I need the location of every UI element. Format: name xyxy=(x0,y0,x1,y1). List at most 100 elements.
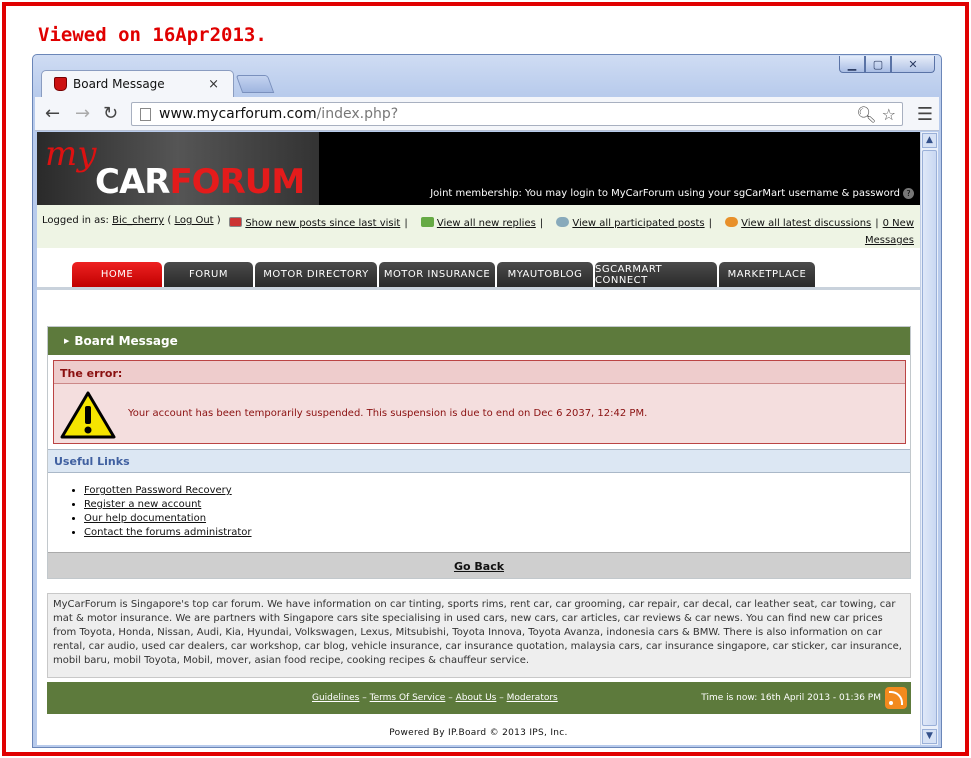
tab-forum[interactable]: FORUM xyxy=(164,262,253,287)
footer-links: Guidelines – Terms Of Service – About Us… xyxy=(312,693,558,703)
terms-link[interactable]: Terms Of Service xyxy=(370,693,446,703)
address-bar[interactable]: www.mycarforum.com/index.php? 🔍︎ ☆ xyxy=(131,102,903,126)
tab-close-icon[interactable]: × xyxy=(208,77,219,92)
current-time: Time is now: 16th April 2013 - 01:36 PM xyxy=(701,693,881,703)
reload-icon[interactable]: ↻ xyxy=(103,103,118,124)
new-messages-link-2[interactable]: Messages xyxy=(865,235,914,246)
tab-myautoblog[interactable]: MYAUTOBLOG xyxy=(497,262,593,287)
url-host: www.mycarforum.com xyxy=(159,106,317,122)
username-link[interactable]: Bic_cherry xyxy=(112,215,164,226)
logo-my-text: my xyxy=(45,134,97,174)
new-replies-icon xyxy=(420,217,434,227)
footer-sep: – xyxy=(359,693,370,703)
minimize-icon: ▁ xyxy=(847,57,857,71)
list-item: Our help documentation xyxy=(84,512,252,526)
logo-forum-text: FORUM xyxy=(169,162,305,202)
window-controls: ▁ ▢ ✕ xyxy=(839,56,935,73)
logout-link[interactable]: Log Out xyxy=(174,215,213,226)
help-docs-link[interactable]: Our help documentation xyxy=(84,513,206,524)
user-bar: Logged in as: Bic_cherry ( Log Out ) Sho… xyxy=(37,205,920,248)
go-back-link[interactable]: Go Back xyxy=(454,560,504,573)
logo-car-text: CAR xyxy=(95,162,170,202)
new-tab-button[interactable] xyxy=(235,75,275,93)
scroll-thumb[interactable] xyxy=(922,150,937,726)
browser-window: ▁ ▢ ✕ Board Message × ← → ↻ www.mycarfor… xyxy=(32,54,942,748)
discussions-icon xyxy=(725,217,739,227)
password-recovery-link[interactable]: Forgotten Password Recovery xyxy=(84,485,232,496)
contact-admin-link[interactable]: Contact the forums administrator xyxy=(84,527,252,538)
site-description: MyCarForum is Singapore's top car forum.… xyxy=(47,593,911,678)
logged-in-label: Logged in as: xyxy=(42,215,113,226)
scroll-down-icon[interactable]: ▼ xyxy=(922,729,937,744)
nav-divider xyxy=(37,287,920,290)
star-icon[interactable]: ☆ xyxy=(882,105,896,124)
error-box: The error: Your account has been tempora… xyxy=(53,360,906,444)
maximize-button[interactable]: ▢ xyxy=(865,56,891,73)
board-message-panel: ▶ Board Message The error: Your account h… xyxy=(47,326,911,579)
useful-links-header: Useful Links xyxy=(48,449,910,473)
url-path: /index.php? xyxy=(316,106,399,122)
window-close-button[interactable]: ✕ xyxy=(891,56,935,73)
forward-arrow-icon[interactable]: → xyxy=(75,103,90,124)
favicon-icon xyxy=(54,77,67,91)
guidelines-link[interactable]: Guidelines xyxy=(312,693,359,703)
site-logo[interactable]: my CARFORUM xyxy=(37,132,319,205)
rss-icon[interactable] xyxy=(885,687,907,709)
bullet-icon: ▶ xyxy=(64,337,70,345)
about-link[interactable]: About Us xyxy=(456,693,497,703)
menu-icon[interactable]: ☰ xyxy=(917,104,933,125)
search-icon[interactable]: 🔍︎ xyxy=(856,105,876,124)
error-title: The error: xyxy=(54,361,905,384)
logo-wordmark: CARFORUM xyxy=(95,162,305,202)
omnibox-icons: 🔍︎ ☆ xyxy=(856,105,896,124)
new-messages-link[interactable]: 0 New xyxy=(883,218,914,229)
back-arrow-icon[interactable]: ← xyxy=(45,103,60,124)
tab-motor-insurance[interactable]: MOTOR INSURANCE xyxy=(379,262,495,287)
list-item: Forgotten Password Recovery xyxy=(84,484,252,498)
scroll-up-icon[interactable]: ▲ xyxy=(922,133,937,148)
useful-links-list: Forgotten Password Recovery Register a n… xyxy=(84,484,252,540)
vertical-scrollbar[interactable]: ▲ ▼ xyxy=(920,132,938,745)
go-back-bar: Go Back xyxy=(48,552,910,578)
browser-toolbar: ← → ↻ www.mycarforum.com/index.php? 🔍︎ ☆… xyxy=(35,97,939,131)
tab-marketplace[interactable]: MARKETPLACE xyxy=(719,262,815,287)
viewed-date-annotation: Viewed on 16Apr2013. xyxy=(38,24,267,46)
membership-note: Joint membership: You may login to MyCar… xyxy=(430,188,914,199)
view-latest-link[interactable]: View all latest discussions xyxy=(741,218,871,229)
maximize-icon: ▢ xyxy=(872,57,884,71)
main-nav: HOME FORUM MOTOR DIRECTORY MOTOR INSURAN… xyxy=(72,262,817,287)
powered-by: Powered By IP.Board © 2013 IPS, Inc. xyxy=(389,728,568,738)
view-participated-link[interactable]: View all participated posts xyxy=(572,218,704,229)
list-item: Contact the forums administrator xyxy=(84,526,252,540)
board-message-title: Board Message xyxy=(74,334,178,348)
quick-links: Show new posts since last visit | View al… xyxy=(223,215,914,249)
participated-icon xyxy=(556,217,570,227)
page-icon xyxy=(140,107,151,121)
show-new-posts-link[interactable]: Show new posts since last visit xyxy=(245,218,400,229)
close-icon: ✕ xyxy=(908,57,918,71)
error-message: Your account has been temporarily suspen… xyxy=(128,408,648,419)
tab-sgcarmart-connect[interactable]: SGCARMART CONNECT xyxy=(595,262,717,287)
site-banner: my CARFORUM Joint membership: You may lo… xyxy=(37,132,920,205)
footer-sep: – xyxy=(445,693,456,703)
help-icon[interactable]: ? xyxy=(903,188,914,199)
list-item: Register a new account xyxy=(84,498,252,512)
tab-home[interactable]: HOME xyxy=(72,262,162,287)
warning-icon xyxy=(60,391,116,439)
logout-paren-close: ) xyxy=(213,215,221,226)
new-posts-icon xyxy=(229,217,243,227)
view-new-replies-link[interactable]: View all new replies xyxy=(437,218,536,229)
moderators-link[interactable]: Moderators xyxy=(507,693,558,703)
page-viewport: my CARFORUM Joint membership: You may lo… xyxy=(37,132,920,745)
register-link[interactable]: Register a new account xyxy=(84,499,201,510)
footer-bar: Guidelines – Terms Of Service – About Us… xyxy=(47,682,911,714)
tab-motor-directory[interactable]: MOTOR DIRECTORY xyxy=(255,262,377,287)
footer-sep: – xyxy=(496,693,507,703)
membership-text: Joint membership: You may login to MyCar… xyxy=(430,188,900,199)
board-message-header: ▶ Board Message xyxy=(48,327,910,355)
tab-title: Board Message xyxy=(73,77,165,91)
logout-paren-open: ( xyxy=(164,215,175,226)
login-status: Logged in as: Bic_cherry ( Log Out ) xyxy=(42,215,221,226)
minimize-button[interactable]: ▁ xyxy=(839,56,865,73)
tab-board-message[interactable]: Board Message × xyxy=(41,70,234,97)
